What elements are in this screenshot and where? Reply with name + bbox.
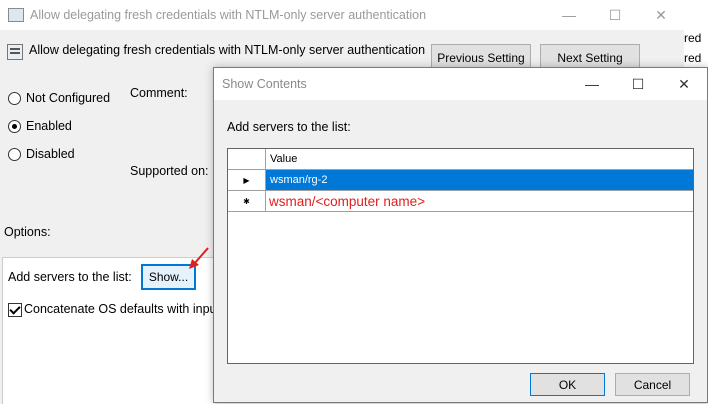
dialog-minimize-button[interactable]: — [569, 68, 615, 100]
dialog-maximize-button[interactable]: ☐ [615, 68, 661, 100]
radio-disabled[interactable]: Disabled [8, 147, 75, 161]
main-title-bar: Allow delegating fresh credentials with … [0, 0, 684, 30]
policy-heading: Allow delegating fresh credentials with … [29, 43, 426, 57]
adjacent-text-fragment: red [684, 31, 702, 45]
radio-circle-checked [8, 119, 21, 133]
cancel-button[interactable]: Cancel [615, 373, 690, 396]
maximize-button[interactable]: ☐ [592, 0, 638, 30]
grid-value-cell[interactable]: wsman/rg-2 [266, 170, 693, 191]
options-panel: Add servers to the list: Show... Concate… [2, 257, 220, 404]
supported-on-label: Supported on: [130, 164, 209, 178]
value-column-header[interactable]: Value [266, 149, 693, 170]
radio-circle [8, 147, 21, 161]
dialog-close-button[interactable]: ✕ [661, 68, 707, 100]
radio-label: Disabled [26, 147, 75, 161]
concatenate-label: Concatenate OS defaults with input [24, 302, 220, 316]
annotation-arrow-icon [189, 247, 209, 269]
new-row-marker-icon[interactable]: ✱ [228, 191, 266, 212]
grid-row-new[interactable]: ✱ wsman/<computer name> [228, 191, 693, 212]
minimize-button[interactable]: — [546, 0, 592, 30]
main-window-title: Allow delegating fresh credentials with … [30, 8, 427, 22]
policy-app-icon [8, 8, 24, 22]
policy-setting-icon [7, 44, 23, 60]
dialog-prompt: Add servers to the list: [227, 120, 351, 134]
concatenate-checkbox[interactable] [8, 303, 22, 317]
grid-corner-cell [228, 149, 266, 170]
radio-label: Enabled [26, 119, 72, 133]
radio-not-configured[interactable]: Not Configured [8, 91, 110, 105]
radio-enabled[interactable]: Enabled [8, 119, 72, 133]
radio-circle [8, 91, 21, 105]
ok-button[interactable]: OK [530, 373, 605, 396]
comment-label: Comment: [130, 86, 188, 100]
close-button[interactable]: ✕ [638, 0, 684, 30]
grid-value-cell-new[interactable]: wsman/<computer name> [266, 191, 693, 212]
add-servers-label: Add servers to the list: [8, 270, 132, 284]
current-row-marker-icon[interactable]: ▶ [228, 170, 266, 191]
grid-header-row: Value [228, 149, 693, 170]
adjacent-text-fragment: red [684, 51, 702, 65]
radio-label: Not Configured [26, 91, 111, 105]
show-contents-dialog: Show Contents — ☐ ✕ Add servers to the l… [213, 67, 708, 403]
dialog-title-bar: Show Contents — ☐ ✕ [214, 68, 707, 100]
options-label: Options: [4, 225, 51, 239]
dialog-title: Show Contents [222, 77, 307, 91]
grid-row-selected[interactable]: ▶ wsman/rg-2 [228, 170, 693, 191]
values-grid[interactable]: Value ▶ wsman/rg-2 ✱ wsman/<computer nam… [227, 148, 694, 364]
